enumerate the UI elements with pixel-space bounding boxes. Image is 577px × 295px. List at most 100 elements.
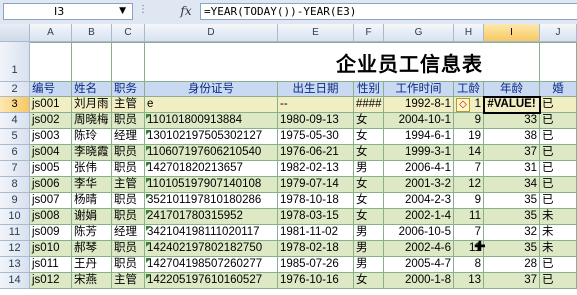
- table-cell[interactable]: 女: [354, 145, 384, 161]
- table-cell[interactable]: 王丹: [72, 257, 112, 273]
- table-cell[interactable]: 男: [354, 225, 384, 241]
- table-cell[interactable]: 33: [484, 113, 540, 129]
- table-cell[interactable]: 2006-10-5: [384, 225, 454, 241]
- table-cell[interactable]: 主管: [112, 97, 145, 113]
- table-cell[interactable]: 35: [484, 193, 540, 209]
- table-cell[interactable]: 19: [454, 129, 484, 145]
- table-cell[interactable]: 142205197610160527: [145, 273, 278, 289]
- table-cell[interactable]: 2002-1-4: [384, 209, 454, 225]
- table-cell[interactable]: #VALUE!: [484, 97, 540, 113]
- header-cell[interactable]: 出生日期: [278, 82, 354, 97]
- error-indicator-icon[interactable]: [146, 258, 151, 263]
- row-header-11[interactable]: 11: [0, 225, 30, 241]
- table-cell[interactable]: 已: [540, 257, 577, 273]
- table-cell[interactable]: 352101197810180286: [145, 193, 278, 209]
- table-cell[interactable]: 13: [454, 273, 484, 289]
- error-indicator-icon[interactable]: [146, 162, 151, 167]
- table-cell[interactable]: 35: [484, 241, 540, 257]
- table-cell[interactable]: 已: [540, 193, 577, 209]
- table-cell[interactable]: 1978-03-15: [278, 209, 354, 225]
- table-cell[interactable]: js003: [30, 129, 72, 145]
- table-cell[interactable]: 经理: [112, 225, 145, 241]
- table-cell[interactable]: 职员: [112, 241, 145, 257]
- table-cell[interactable]: 9: [454, 193, 484, 209]
- table-cell[interactable]: e: [145, 97, 278, 113]
- formula-input[interactable]: =YEAR(TODAY())-YEAR(E3): [200, 3, 577, 20]
- column-header-i[interactable]: I: [484, 24, 540, 42]
- table-cell[interactable]: --: [278, 97, 354, 113]
- row-header-7[interactable]: 7: [0, 161, 30, 177]
- table-cell[interactable]: 31: [484, 161, 540, 177]
- table-cell[interactable]: 28: [484, 257, 540, 273]
- table-cell[interactable]: 9: [454, 113, 484, 129]
- error-indicator-icon[interactable]: [146, 130, 151, 135]
- table-cell[interactable]: 女: [354, 193, 384, 209]
- table-cell[interactable]: 2000-1-8: [384, 273, 454, 289]
- column-header-f[interactable]: F: [354, 24, 384, 42]
- table-cell[interactable]: 32: [484, 225, 540, 241]
- error-smart-tag-icon[interactable]: ◇: [456, 98, 470, 112]
- table-cell[interactable]: js013: [30, 42, 72, 43]
- table-cell[interactable]: 11: [454, 209, 484, 225]
- table-cell[interactable]: 130102197505302127: [145, 129, 278, 145]
- table-cell[interactable]: 职员: [112, 113, 145, 129]
- table-cell[interactable]: 职员: [112, 42, 145, 43]
- table-cell[interactable]: 1980-09-13: [278, 113, 354, 129]
- error-indicator-icon[interactable]: [146, 178, 151, 183]
- table-cell[interactable]: 周晓梅: [72, 113, 112, 129]
- row-header-9[interactable]: 9: [0, 193, 30, 209]
- table-cell[interactable]: js002: [30, 113, 72, 129]
- formula-bar-splitter-icon[interactable]: ⋮: [138, 4, 148, 20]
- table-cell[interactable]: 男: [354, 257, 384, 273]
- table-cell[interactable]: js011: [30, 257, 72, 273]
- table-cell[interactable]: 110607197606210540: [145, 145, 278, 161]
- row-header-12[interactable]: 12: [0, 241, 30, 257]
- table-cell[interactable]: 2005-4-7: [384, 257, 454, 273]
- table-cell[interactable]: 1992-8-1: [384, 97, 454, 113]
- table-cell[interactable]: 职员: [112, 145, 145, 161]
- header-cell[interactable]: 编号: [30, 82, 72, 97]
- table-cell[interactable]: 男: [354, 161, 384, 177]
- table-cell[interactable]: js009: [30, 225, 72, 241]
- table-cell[interactable]: js006: [30, 177, 72, 193]
- table-cell[interactable]: 未: [540, 209, 577, 225]
- table-cell[interactable]: [145, 42, 278, 43]
- table-cell[interactable]: 张伟: [72, 161, 112, 177]
- table-cell[interactable]: 李华: [72, 177, 112, 193]
- column-header-b[interactable]: B: [72, 24, 112, 42]
- table-cell[interactable]: js007: [30, 193, 72, 209]
- table-cell[interactable]: 14: [454, 145, 484, 161]
- table-cell[interactable]: 110105197907140108: [145, 177, 278, 193]
- row-header-8[interactable]: 8: [0, 177, 30, 193]
- table-cell[interactable]: 2004-2-3: [384, 193, 454, 209]
- table-cell[interactable]: js005: [30, 161, 72, 177]
- error-indicator-icon[interactable]: [146, 194, 151, 199]
- table-cell[interactable]: 已: [540, 177, 577, 193]
- row-header-6[interactable]: 6: [0, 145, 30, 161]
- table-cell[interactable]: 陈芳: [72, 225, 112, 241]
- table-cell[interactable]: 1978-02-18: [278, 241, 354, 257]
- table-cell[interactable]: 1975-05-30: [278, 129, 354, 145]
- error-indicator-icon[interactable]: [146, 274, 151, 279]
- table-cell[interactable]: js012: [30, 273, 72, 289]
- header-cell[interactable]: 职务: [112, 82, 145, 97]
- table-cell[interactable]: 职员: [112, 209, 145, 225]
- header-cell[interactable]: 身份证号: [145, 82, 278, 97]
- cell[interactable]: [72, 42, 112, 82]
- table-cell[interactable]: 未: [540, 241, 577, 257]
- error-indicator-icon[interactable]: [146, 242, 151, 247]
- row-header-3[interactable]: 3: [0, 97, 30, 113]
- table-cell[interactable]: 刘月雨: [72, 97, 112, 113]
- table-cell[interactable]: 男: [354, 241, 384, 257]
- row-header-4[interactable]: 4: [0, 113, 30, 129]
- table-cell[interactable]: 2002-4-6: [384, 241, 454, 257]
- table-cell[interactable]: 女: [354, 113, 384, 129]
- table-cell[interactable]: 已: [540, 273, 577, 289]
- table-cell[interactable]: js008: [30, 209, 72, 225]
- column-header-c[interactable]: C: [112, 24, 145, 42]
- table-cell[interactable]: 职员: [112, 193, 145, 209]
- table-cell[interactable]: 1976-06-21: [278, 145, 354, 161]
- table-cell[interactable]: 38: [484, 42, 540, 43]
- table-cell[interactable]: 李晓霞: [72, 145, 112, 161]
- table-cell[interactable]: 241701780315952: [145, 209, 278, 225]
